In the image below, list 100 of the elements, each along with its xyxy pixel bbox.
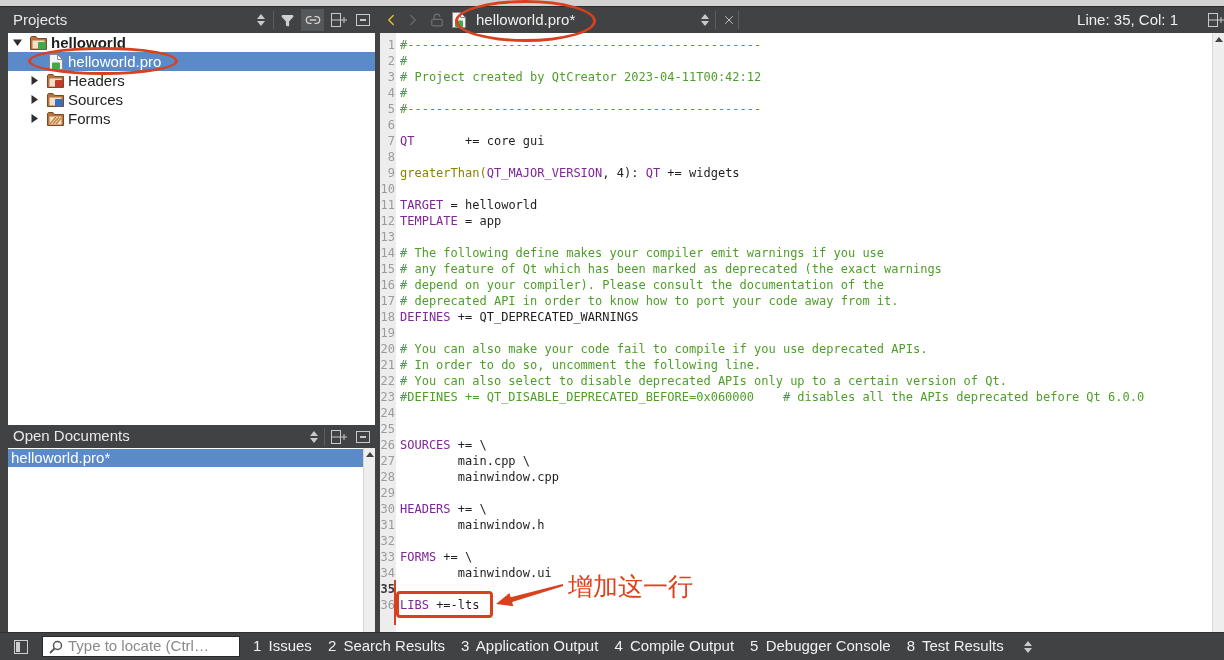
updown-arrows-icon[interactable] — [1023, 640, 1032, 653]
file-icon — [48, 53, 63, 70]
open-document-item[interactable]: helloworld.pro* — [8, 449, 363, 467]
output-pane-tab[interactable]: 3 Application Output — [453, 633, 607, 660]
updown-arrows-icon[interactable] — [310, 430, 318, 443]
line-number: 18 — [380, 309, 395, 325]
code-line: #------------------------------------------------- — [400, 102, 762, 116]
folder-icon — [47, 92, 64, 107]
document-title[interactable]: helloworld.pro* — [476, 11, 576, 28]
code-line: mainwindow.ui — [457, 566, 552, 580]
line-number: 34 — [380, 565, 395, 581]
split-icon[interactable] — [331, 429, 347, 444]
filter-icon[interactable] — [281, 13, 294, 27]
line-number: 22 — [380, 373, 395, 389]
annotation-arrow — [495, 583, 566, 607]
pane-title: Projects — [13, 9, 68, 30]
line-number: 16 — [380, 277, 395, 293]
line-number: 7 — [387, 133, 395, 149]
code-line: HEADERS += \ — [400, 502, 487, 516]
output-pane-tab[interactable]: 8 Test Results — [898, 633, 1012, 660]
caret-right-icon[interactable] — [30, 76, 39, 85]
tree-item[interactable]: Headers — [8, 71, 375, 90]
tree-item[interactable]: helloworld — [8, 33, 375, 52]
code-line: LIBS +=-lts — [400, 598, 480, 612]
code-line: main.cpp \ — [457, 454, 531, 468]
search-icon — [49, 639, 63, 654]
line-number: 14 — [380, 245, 395, 261]
line-number: 9 — [387, 165, 395, 181]
code-line: TEMPLATE = app — [400, 214, 502, 228]
line-number: 15 — [380, 261, 395, 277]
split-icon[interactable] — [331, 13, 347, 27]
line-number: 3 — [387, 69, 395, 85]
line-number: 29 — [380, 485, 395, 501]
output-pane-tab[interactable]: 2 Search Results — [319, 633, 454, 660]
output-pane-tab[interactable]: 4 Compile Output — [606, 633, 743, 660]
vertical-scrollbar[interactable] — [1212, 33, 1224, 632]
code-line: # Project created by QtCreator 2023-04-11T00:42:12 — [400, 70, 762, 84]
folder-icon — [47, 73, 64, 88]
split-icon[interactable] — [1208, 13, 1224, 27]
vertical-scrollbar[interactable] — [363, 448, 375, 632]
updown-arrows-icon[interactable] — [701, 14, 709, 26]
output-pane-tab[interactable]: 5 Debugger Console — [742, 633, 899, 660]
code-line: # any feature of Qt which has been marked as deprecated (the exact warnings — [400, 262, 942, 276]
line-number: 17 — [380, 293, 395, 309]
annotation-label: 增加这一行 — [568, 572, 694, 602]
code-line: greaterThan(QT_MAJOR_VERSION, 4): QT += widgets — [400, 166, 740, 180]
link-icon[interactable] — [301, 9, 324, 31]
tree-item[interactable]: helloworld.pro — [8, 52, 375, 71]
code-line: # You can also select to disable deprecated APIs only up to a certain version of Qt. — [400, 374, 1007, 388]
tree-item[interactable]: Sources — [8, 90, 375, 109]
line-number: 6 — [387, 117, 395, 133]
updown-arrows-icon[interactable] — [257, 14, 265, 26]
tree-item[interactable]: Forms — [8, 109, 375, 128]
line-number: 12 — [380, 213, 395, 229]
code-line: # — [400, 86, 408, 100]
up-arrow-icon[interactable] — [365, 452, 374, 457]
code-line: DEFINES += QT_DEPRECATED_WARNINGS — [400, 310, 639, 324]
code-line: TARGET = helloworld — [400, 198, 538, 212]
line-number: 24 — [380, 405, 395, 421]
code-line: QT += core gui — [400, 134, 545, 148]
window-icon[interactable] — [356, 430, 370, 443]
line-number: 1 — [387, 37, 395, 53]
locate-field[interactable]: Type to locate (Ctrl… — [42, 636, 240, 657]
cursor-position: Line: 35, Col: 1 — [1077, 9, 1178, 30]
code-line: #------------------------------------------------- — [400, 38, 762, 52]
code-line: # — [400, 54, 408, 68]
line-number: 27 — [380, 453, 395, 469]
window-icon[interactable] — [356, 14, 370, 26]
line-number: 32 — [380, 533, 395, 549]
line-number: 2 — [387, 53, 395, 69]
code-line: # In order to do so, uncomment the following line. — [400, 358, 762, 372]
folder-icon — [30, 35, 47, 50]
sidebar-toggle-icon[interactable] — [14, 639, 28, 654]
line-number: 19 — [380, 325, 395, 341]
code-line: # You can also make your code fail to compile if you use deprecated APIs. — [400, 342, 928, 356]
annotation-stroke — [394, 580, 396, 625]
line-number: 25 — [380, 421, 395, 437]
code-line: FORMS += \ — [400, 550, 473, 564]
line-number: 5 — [387, 101, 395, 117]
line-number: 10 — [380, 181, 395, 197]
code-line: # deprecated API in order to know how to port your code away from it. — [400, 294, 899, 308]
caret-right-icon[interactable] — [30, 114, 39, 123]
line-number: 20 — [380, 341, 395, 357]
code-line: # depend on your compiler). Please consult the documentation of the — [400, 278, 885, 292]
output-pane-tab[interactable]: 1 Issues — [245, 633, 320, 660]
close-icon[interactable] — [722, 13, 736, 27]
line-number: 26 — [380, 437, 395, 453]
line-number: 36 — [380, 597, 395, 613]
code-line: mainwindow.h — [457, 518, 545, 532]
line-number: 8 — [387, 149, 395, 165]
line-number: 31 — [380, 517, 395, 533]
caret-down-icon[interactable] — [13, 38, 22, 47]
line-number: 28 — [380, 469, 395, 485]
line-number: 4 — [387, 85, 395, 101]
line-number: 11 — [380, 197, 395, 213]
caret-right-icon[interactable] — [30, 95, 39, 104]
line-number: 33 — [380, 549, 395, 565]
line-number: 35 — [380, 581, 395, 597]
up-arrow-icon[interactable] — [1214, 37, 1223, 42]
code-line: #DEFINES += QT_DISABLE_DEPRECATED_BEFORE=0x060000 # disables all the APIs deprecated before Qt 6.0.0 — [400, 390, 1145, 404]
